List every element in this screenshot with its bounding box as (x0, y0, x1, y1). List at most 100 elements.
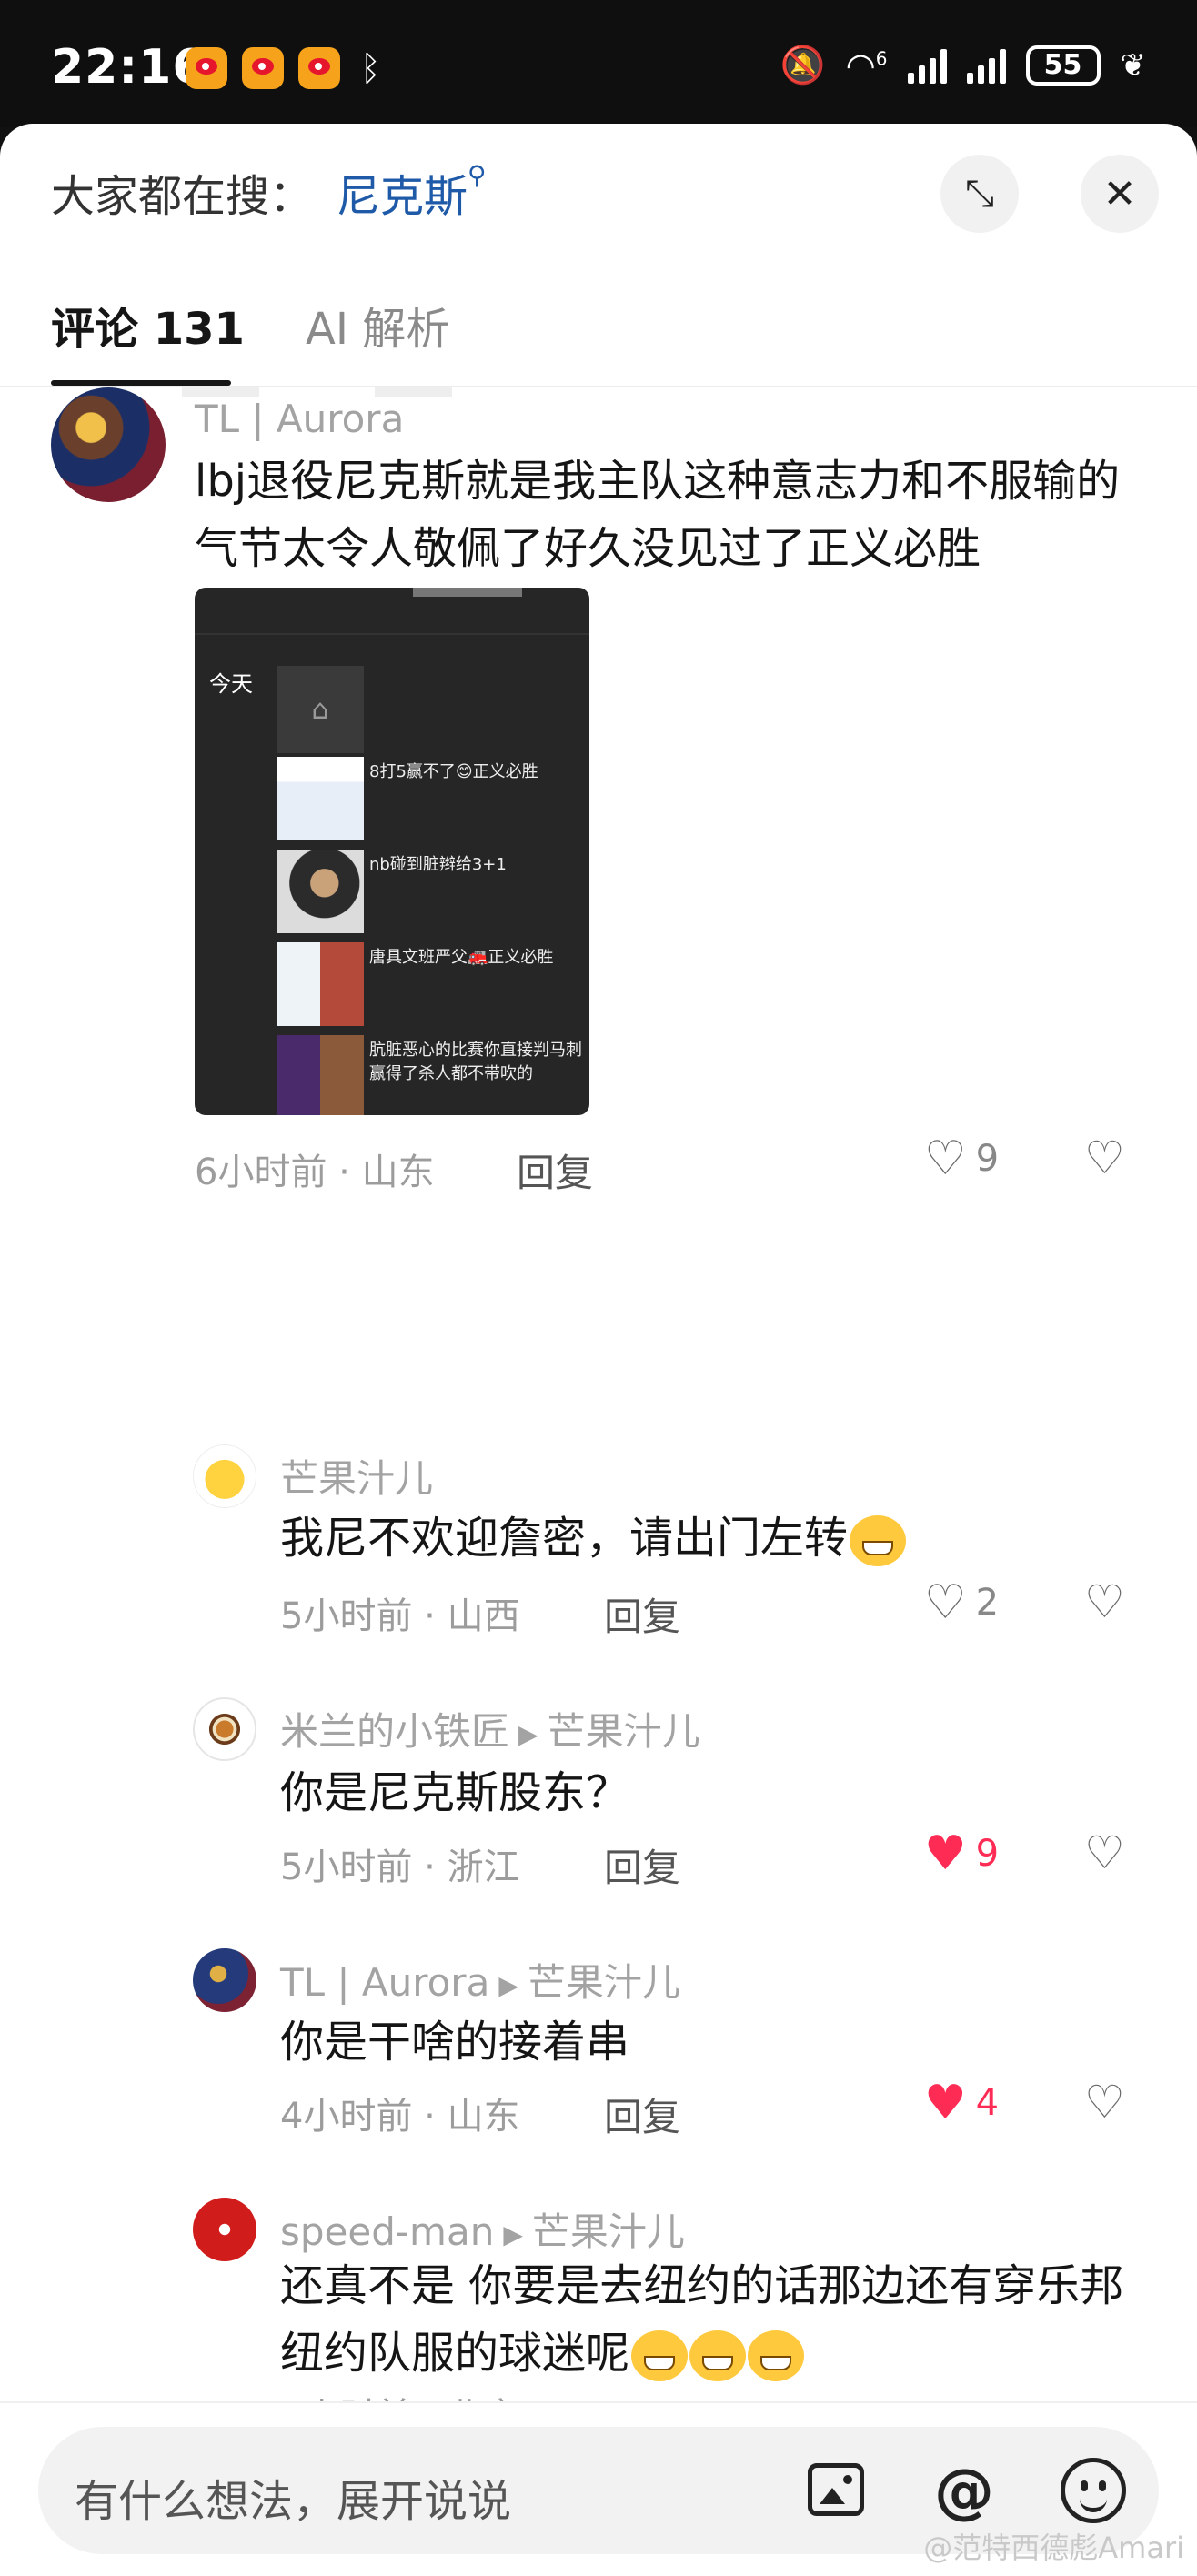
like-button[interactable]: ♡ 2 (924, 1579, 999, 1626)
weibo-app-icon (186, 47, 227, 89)
reply-time-location: 4小时前 · 山东 (280, 2096, 520, 2138)
broken-heart-icon: ♡ (1084, 1132, 1125, 1184)
image-caption: 肮脏恶心的比赛你直接判马刺赢得了杀人都不带吹的 (369, 1041, 582, 1083)
broken-heart-icon: ♡ (1084, 2076, 1125, 2128)
reply-time-location: 4小时前 · 北京 (280, 2387, 520, 2401)
signal-icon (966, 47, 1006, 84)
grin-emoji-icon (850, 1515, 907, 1566)
dislike-button[interactable]: ♡ (1084, 1132, 1125, 1184)
laugh-cry-emoji-icon (748, 2330, 805, 2381)
image-thumbnail (277, 850, 364, 933)
like-count: 9 (975, 1138, 1000, 1180)
active-tab-indicator (51, 380, 231, 386)
collapse-button[interactable]: ⤡ (940, 155, 1019, 233)
weibo-app-icon (242, 47, 284, 89)
reply-username[interactable]: speed-man ▶ 芒果汁儿 (280, 2201, 685, 2257)
broken-heart-icon: ♡ (1084, 1575, 1125, 1628)
heart-filled-icon: ♥ (924, 2076, 967, 2130)
comment-input-bar: 有什么想法，展开说说 @ @范特西德彪Amari (0, 2401, 1197, 2576)
image-today-label: 今天 (209, 671, 253, 697)
like-count: 2 (975, 1582, 1000, 1624)
reply-text: 你是尼克斯股东？ (280, 1767, 630, 1818)
reply-button[interactable]: 回复 (604, 1586, 680, 1642)
reply-button[interactable]: 回复 (604, 2087, 680, 2142)
reply-username-label: 米兰的小铁匠 (280, 1709, 510, 1754)
collapse-icon: ⤡ (965, 173, 994, 215)
like-button[interactable]: ♡ 9 (924, 1135, 999, 1182)
comment-username[interactable]: TL | Aurora (195, 397, 404, 441)
network-generation-label: 6 (875, 46, 888, 69)
tab-bar: 评论 131 AI 解析 (0, 260, 1197, 387)
watermark: @范特西德彪Amari (923, 2531, 1184, 2565)
like-count: 4 (975, 2082, 1000, 2124)
image-icon[interactable] (808, 2463, 864, 2516)
search-suggestion-link[interactable]: 尼克斯⚲ (337, 160, 487, 224)
tab-ai-analysis[interactable]: AI 解析 (306, 293, 449, 357)
reply-username[interactable]: 芒果汁儿 (280, 1448, 433, 1504)
reply-button[interactable]: 回复 (604, 1837, 680, 1893)
signal-icon (907, 47, 947, 84)
avatar[interactable] (51, 387, 166, 502)
dislike-button[interactable]: ♡ (1084, 1826, 1125, 1879)
search-prefix: 大家都在搜： (51, 171, 314, 222)
dislike-button[interactable]: ♡ (1084, 2076, 1125, 2128)
image-thumbnail (277, 757, 364, 840)
heart-outline-icon: ♡ (924, 1575, 967, 1630)
search-term-label: 尼克斯 (337, 171, 468, 222)
image-thumbnail (277, 1035, 364, 1115)
emoji-icon[interactable] (1061, 2458, 1126, 2523)
reply-username[interactable]: 米兰的小铁匠 ▶ 芒果汁儿 (280, 1701, 700, 1756)
comment-time-location: 6小时前 · 山东 (195, 1152, 435, 1193)
reply-text-body: 我尼不欢迎詹密，请出门左转 (280, 1513, 849, 1564)
clipped-previous-comment (182, 387, 1146, 397)
reply-text: 我尼不欢迎詹密，请出门左转 (280, 1504, 1135, 1572)
reply-to-username: 芒果汁儿 (531, 2209, 685, 2254)
search-suggestion-row: 大家都在搜： 尼克斯⚲ ⤡ ✕ (0, 124, 1197, 260)
reply-to-username: 芒果汁儿 (547, 1709, 700, 1754)
avatar[interactable] (193, 1444, 256, 1508)
reply-arrow-icon: ▶ (503, 2219, 523, 2249)
reply-time-location: 5小时前 · 浙江 (280, 1846, 520, 1888)
comment-image[interactable]: 今天 ⌂ 8打5赢不了😊正义必胜 nb碰到脏辫给3+1 唐具文班严父🚒正义必胜 … (195, 588, 589, 1115)
reply-time-location: 5小时前 · 山西 (280, 1595, 520, 1637)
comment-input-placeholder: 有什么想法，展开说说 (75, 2476, 512, 2527)
avatar[interactable] (193, 1697, 256, 1761)
bluetooth-icon: ᛒ (360, 48, 381, 88)
reply-text: 还真不是 你要是去纽约的话那边还有穿乐邦纽约队服的球迷呢 (280, 2252, 1153, 2387)
heart-outline-icon: ♡ (924, 1132, 967, 1186)
like-button[interactable]: ♥ 4 (924, 2079, 999, 2127)
search-icon: ⚲ (468, 160, 487, 190)
reply-to-username: 芒果汁儿 (527, 1960, 680, 2005)
image-top-strip (413, 588, 522, 597)
avatar[interactable] (193, 2198, 256, 2261)
image-caption: 8打5赢不了😊正义必胜 (369, 762, 538, 781)
reply-arrow-icon: ▶ (518, 1719, 538, 1749)
reply-button[interactable]: 回复 (517, 1142, 593, 1198)
comment-text: lbj退役尼克斯就是我主队这种意志力和不服输的气节太令人敬佩了好久没见过了正义必… (195, 456, 1121, 574)
avatar[interactable] (193, 1948, 256, 2012)
mute-bell-icon: 🔕 (780, 45, 826, 86)
tab-comments[interactable]: 评论 131 (51, 293, 245, 357)
reply-username[interactable]: TL | Aurora ▶ 芒果汁儿 (280, 1952, 680, 2007)
reply-username-label: TL | Aurora (280, 1960, 490, 2005)
status-bar: 22:16 ᛒ 🔕 ◠6 55 ❦ (0, 0, 1197, 127)
image-thumbnail (277, 942, 364, 1026)
image-divider (195, 633, 589, 635)
status-time: 22:16 (51, 40, 206, 95)
at-icon[interactable]: @ (931, 2456, 997, 2526)
like-button[interactable]: ♥ 9 (924, 1830, 999, 1877)
battery-level: 55 (1043, 49, 1082, 81)
heart-filled-icon: ♥ (924, 1826, 967, 1881)
wifi-icon: ◠6 (845, 45, 888, 86)
dislike-button[interactable]: ♡ (1084, 1575, 1125, 1628)
reply-arrow-icon: ▶ (498, 1970, 518, 2000)
reply-username-label: speed-man (280, 2209, 495, 2254)
close-icon: ✕ (1102, 170, 1137, 217)
comment-list[interactable]: TL | Aurora lbj退役尼克斯就是我主队这种意志力和不服输的气节太令人… (0, 387, 1197, 2401)
reply-username-label: 芒果汁儿 (280, 1456, 434, 1501)
leaf-icon: ❦ (1120, 46, 1147, 84)
status-indicators: 🔕 ◠6 55 ❦ (780, 44, 1146, 86)
close-button[interactable]: ✕ (1081, 155, 1159, 233)
laugh-cry-emoji-icon (631, 2330, 689, 2381)
reply-text: 你是干啥的接着串 (280, 2017, 630, 2068)
